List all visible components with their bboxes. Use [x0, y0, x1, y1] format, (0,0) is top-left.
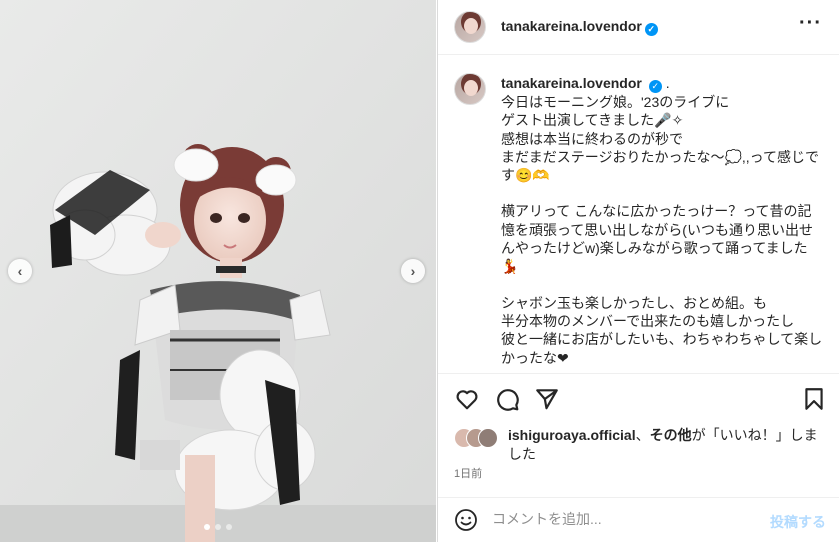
- likes-separator: 、: [635, 427, 650, 443]
- caption-line: 今日はモーニング娘。'23のライブに ゲスト出演してきました🎤✧ 感想は本当に終…: [501, 94, 819, 184]
- carousel-indicator: [204, 524, 232, 530]
- chevron-left-icon: ‹: [17, 263, 23, 279]
- caption-paragraph: tanakareina.lovendor ✓ . 今日はモーニング娘。'23のライ…: [501, 74, 823, 184]
- username-text[interactable]: tanakareina.lovendor: [501, 18, 642, 34]
- chevron-right-icon: ›: [410, 263, 416, 279]
- smile-icon: [455, 509, 477, 531]
- comment-icon: [497, 389, 519, 411]
- carousel-prev-button[interactable]: ‹: [8, 259, 32, 283]
- caption-username[interactable]: tanakareina.lovendor: [501, 75, 642, 91]
- carousel-dot: [226, 524, 232, 530]
- carousel-next-button[interactable]: ›: [401, 259, 425, 283]
- avatar: [478, 428, 498, 448]
- post-modal: ‹ › tanakareina.lovendor ✓ ··· tanakarein…: [0, 0, 839, 542]
- carousel-dot: [204, 524, 210, 530]
- save-button[interactable]: [801, 386, 827, 412]
- likes-others-link[interactable]: その他: [650, 427, 692, 443]
- post-author-username[interactable]: tanakareina.lovendor ✓: [501, 18, 658, 36]
- caption-section: tanakareina.lovendor ✓ . 今日はモーニング娘。'23のライ…: [438, 55, 839, 373]
- carousel-dot: [215, 524, 221, 530]
- avatar[interactable]: [454, 73, 486, 105]
- comment-button[interactable]: [494, 386, 520, 412]
- post-photo[interactable]: ‹ ›: [0, 0, 436, 542]
- post-timestamp[interactable]: 1日前: [454, 465, 482, 481]
- likes-text: ishiguroaya.official、その他が「いいね！」しました: [508, 426, 828, 463]
- emoji-button[interactable]: [454, 508, 478, 532]
- caption-text: tanakareina.lovendor ✓ . 今日はモーニング娘。'23のライ…: [501, 74, 823, 367]
- send-icon: [536, 389, 558, 410]
- likes-summary: ishiguroaya.official、その他が「いいね！」しました: [454, 426, 824, 466]
- bookmark-icon: [805, 388, 823, 410]
- post-comment-button[interactable]: 投稿する: [770, 512, 826, 532]
- caption-paragraph: シャボン玉も楽しかったし、おとめ組。も 半分本物のメンバーで出来たのも嬉しかった…: [501, 294, 823, 366]
- heart-icon: [456, 390, 478, 410]
- verified-badge-icon: ✓: [648, 80, 662, 93]
- photo-image: [0, 0, 436, 542]
- caption-separator: .: [665, 75, 670, 91]
- caption-paragraph: 横アリって こんなに広かったっけー？って昔の記憶を頑張って思い出しながら(いつも…: [501, 203, 813, 275]
- verified-badge-icon: ✓: [644, 23, 658, 36]
- comment-input[interactable]: [492, 511, 752, 527]
- comment-bar: 投稿する: [438, 497, 839, 543]
- more-horizontal-icon: ···: [799, 12, 822, 34]
- like-button[interactable]: [454, 386, 480, 412]
- post-sidebar: tanakareina.lovendor ✓ ··· tanakareina.lo…: [437, 0, 839, 542]
- more-options-button[interactable]: ···: [799, 12, 822, 35]
- liker-username[interactable]: ishiguroaya.official: [508, 427, 636, 443]
- avatar[interactable]: [454, 11, 486, 43]
- share-button[interactable]: [534, 386, 560, 412]
- action-bar: [438, 373, 839, 427]
- liker-avatars: [454, 428, 506, 448]
- post-header: tanakareina.lovendor ✓ ···: [438, 0, 839, 55]
